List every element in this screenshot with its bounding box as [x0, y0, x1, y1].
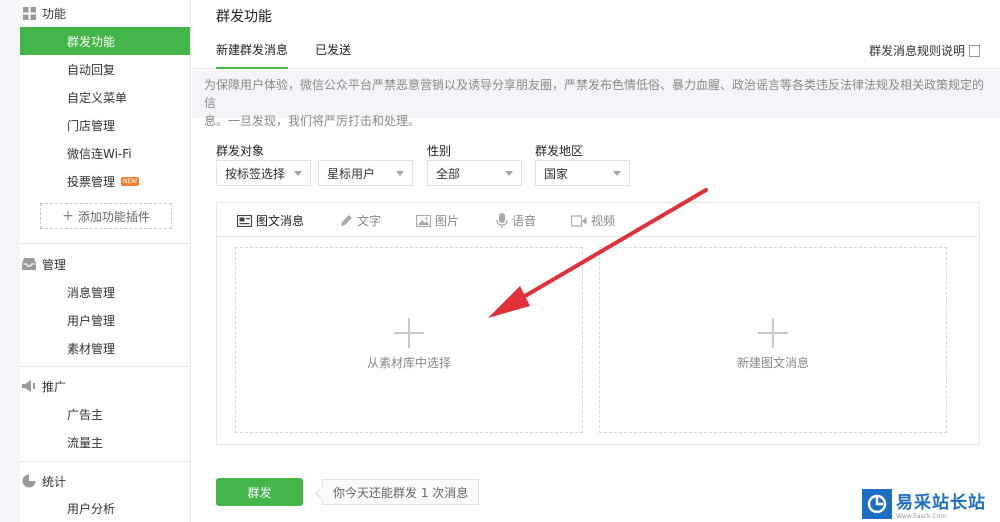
pie-icon [22, 474, 36, 488]
watermark-logo-icon [862, 489, 892, 519]
sidebar-item-user-analysis[interactable]: 用户分析 [20, 494, 190, 522]
tab-new-message[interactable]: 新建群发消息 [216, 41, 289, 69]
gender-label: 性别 [427, 144, 452, 158]
plus-icon: + [62, 208, 74, 224]
caret-down-icon [613, 171, 621, 176]
main-content: 群发功能 新建群发消息 已发送 群发消息规则说明 为保障用户体验，微信公众平台严… [192, 0, 1000, 522]
group-functions: 功能 [22, 3, 67, 23]
sidebar-item-advertiser[interactable]: 广告主 [20, 400, 190, 428]
notice-line: 息。一旦发现，我们将严厉打击和处理。 [204, 114, 421, 128]
target-select[interactable]: 按标签选择 [216, 160, 311, 186]
divider [20, 243, 191, 244]
sidebar-item-users[interactable]: 用户管理 [20, 306, 190, 334]
group-promotion: 推广 [22, 376, 67, 396]
editor-tabs: 图文消息 文字 图片 语音 视频 [217, 203, 979, 237]
group-title: 管理 [42, 257, 67, 272]
sidebar-item-vote[interactable]: 投票管理 NEW [20, 167, 190, 195]
region-label: 群发地区 [535, 144, 584, 158]
group-manage: 管理 [22, 254, 67, 274]
divider [20, 366, 191, 367]
document-icon [969, 44, 980, 57]
rules-link[interactable]: 群发消息规则说明 [869, 42, 980, 59]
group-title: 推广 [42, 379, 67, 394]
notice-banner: 为保障用户体验，微信公众平台严禁恶意营销以及诱导分享朋友圈，严禁发布色情低俗、暴… [192, 70, 1000, 128]
page-title: 群发功能 [216, 9, 272, 25]
sidebar-item-wifi[interactable]: 微信连Wi-Fi [20, 139, 190, 167]
tab-voice[interactable]: 语音 [496, 212, 536, 229]
sidebar-strip [0, 0, 20, 522]
create-article-box[interactable]: 新建图文消息 [599, 247, 947, 433]
tab-article[interactable]: 图文消息 [237, 212, 304, 229]
pencil-icon [339, 214, 353, 228]
watermark: 易采站长站 Www.Easck.Com [862, 486, 1000, 522]
image-icon [416, 214, 431, 227]
caret-down-icon [505, 171, 513, 176]
gender-select[interactable]: 全部 [427, 160, 522, 186]
select-from-library-box[interactable]: 从素材库中选择 [235, 247, 583, 433]
message-editor: 图文消息 文字 图片 语音 视频 从素材库中选择 新建图文消息 [216, 202, 980, 445]
watermark-subtext: Www.Easck.Com [896, 513, 947, 520]
tag-select[interactable]: 星标用户 [318, 160, 413, 186]
region-select[interactable]: 国家 [535, 160, 630, 186]
watermark-text: 易采站长站 [896, 493, 986, 513]
tab-image[interactable]: 图片 [416, 212, 459, 229]
sidebar-item-custom-menu[interactable]: 自定义菜单 [20, 83, 190, 111]
sidebar-item-mass-send[interactable]: 群发功能 [20, 27, 190, 55]
notice-line: 为保障用户体验，微信公众平台严禁恶意营销以及诱导分享朋友圈，严禁发布色情低俗、暴… [204, 78, 985, 110]
grid-icon [22, 6, 36, 20]
group-title: 统计 [42, 474, 67, 489]
new-badge: NEW [121, 176, 140, 186]
target-label: 群发对象 [216, 144, 265, 158]
article-icon [237, 214, 252, 227]
watermark-text-block: 易采站长站 Www.Easck.Com [896, 488, 986, 520]
inbox-icon [22, 257, 36, 271]
tab-text[interactable]: 文字 [339, 212, 381, 229]
tab-video[interactable]: 视频 [571, 212, 615, 229]
megaphone-icon [22, 379, 36, 393]
plus-icon [394, 318, 424, 348]
box-label: 新建图文消息 [736, 356, 809, 370]
tab-bar: 新建群发消息 已发送 群发消息规则说明 [192, 32, 1000, 69]
add-plugin-button[interactable]: + 添加功能插件 [40, 203, 172, 229]
sidebar-item-messages[interactable]: 消息管理 [20, 278, 190, 306]
sidebar: 功能 群发功能 自动回复 自定义菜单 门店管理 微信连Wi-Fi 投票管理 NE… [0, 0, 191, 522]
tab-sent[interactable]: 已发送 [315, 41, 351, 69]
caret-down-icon [396, 171, 404, 176]
send-quota-tip: 你今天还能群发 1 次消息 [322, 479, 480, 505]
group-stats: 统计 [22, 471, 67, 491]
sidebar-item-store[interactable]: 门店管理 [20, 111, 190, 139]
microphone-icon [496, 213, 508, 228]
box-label: 从素材库中选择 [366, 356, 451, 370]
send-button[interactable]: 群发 [216, 478, 303, 506]
plus-icon [758, 318, 788, 348]
sidebar-item-publisher[interactable]: 流量主 [20, 428, 190, 456]
group-title: 功能 [42, 6, 67, 21]
video-icon [571, 214, 587, 227]
caret-down-icon [294, 171, 302, 176]
divider [20, 461, 191, 462]
sidebar-item-auto-reply[interactable]: 自动回复 [20, 55, 190, 83]
sidebar-item-materials[interactable]: 素材管理 [20, 334, 190, 362]
